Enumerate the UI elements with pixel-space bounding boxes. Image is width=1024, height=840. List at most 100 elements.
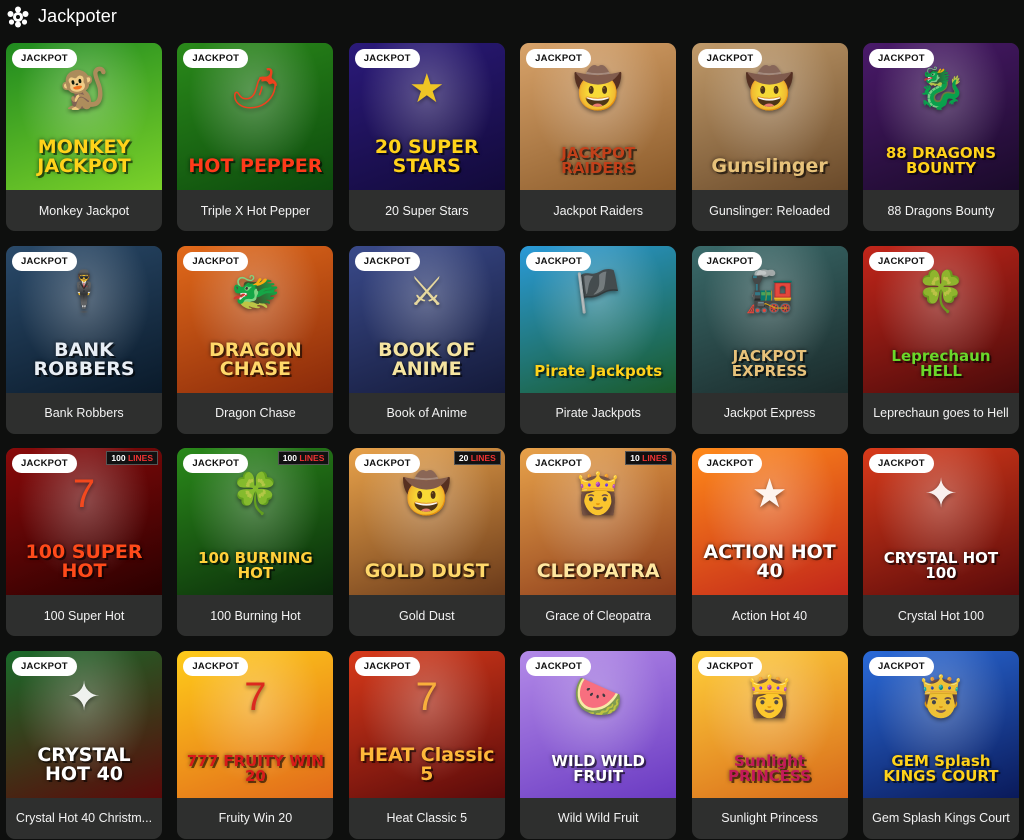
game-thumbnail[interactable]: 7 HEAT Classic 5 JACKPOT (348, 650, 505, 798)
game-thumbnail[interactable]: 🤴 GEM Splash KINGS COURT JACKPOT (862, 650, 1019, 798)
game-title[interactable]: Monkey Jackpot (6, 190, 162, 231)
jackpot-badge: JACKPOT (697, 251, 763, 271)
game-thumbnail[interactable]: ⚔ BOOK OF ANIME JACKPOT (348, 245, 505, 393)
game-card[interactable]: 7 777 FRUITY WIN 20 JACKPOT Fruity Win 20 (177, 650, 334, 839)
game-art-icon: 🐲 (230, 269, 281, 314)
lines-count: 100 (282, 453, 297, 463)
game-title[interactable]: Heat Classic 5 (349, 798, 505, 839)
game-card[interactable]: 🐒 MONKEY JACKPOT JACKPOT Monkey Jackpot (6, 43, 162, 231)
game-thumbnail[interactable]: 🐉 88 DRAGONS BOUNTY JACKPOT (862, 43, 1019, 190)
game-thumbnail[interactable]: 👸 CLEOPATRA JACKPOT 10 LINES (520, 448, 677, 595)
game-logo-text: HOT PEPPER (188, 155, 323, 177)
jackpot-badge: JACKPOT (354, 251, 420, 271)
game-card[interactable]: 🕴 BANK ROBBERS JACKPOT Bank Robbers (6, 245, 162, 434)
game-card[interactable]: 7 100 SUPER HOT JACKPOT 100 LINES 100 Super … (6, 448, 162, 636)
game-title[interactable]: Jackpot Raiders (520, 190, 676, 231)
game-thumbnail[interactable]: 🕴 BANK ROBBERS JACKPOT (6, 245, 162, 393)
game-title[interactable]: Gunslinger: Reloaded (692, 190, 848, 231)
game-card[interactable]: 🍉 WILD WILD FRUIT JACKPOT Wild Wild Fruit (520, 650, 677, 839)
game-card[interactable]: 🍀 100 BURNING HOT JACKPOT 100 LINES 100 Burn… (177, 448, 334, 636)
game-card[interactable]: 🤴 GEM Splash KINGS COURT JACKPOT Gem Splash… (862, 650, 1019, 839)
game-card[interactable]: 🐉 88 DRAGONS BOUNTY JACKPOT 88 Dragons Boun… (862, 43, 1019, 231)
game-art-icon: 👸 (744, 674, 795, 719)
jackpot-badge: JACKPOT (183, 656, 249, 676)
jackpot-badge: JACKPOT (183, 251, 249, 271)
jackpot-badge: JACKPOT (354, 656, 420, 676)
game-card[interactable]: ✦ CRYSTAL HOT 40 JACKPOT Crystal Hot 40 Chr… (6, 650, 162, 839)
game-title[interactable]: Bank Robbers (6, 393, 162, 434)
game-title[interactable]: Action Hot 40 (692, 595, 848, 636)
game-title[interactable]: Crystal Hot 40 Christm... (6, 798, 162, 839)
game-thumbnail[interactable]: 7 777 FRUITY WIN 20 JACKPOT (177, 650, 334, 798)
game-thumbnail[interactable]: 🐲 DRAGON CHASE JACKPOT (177, 245, 334, 393)
game-card[interactable]: ⚔ BOOK OF ANIME JACKPOT Book of Anime (348, 245, 505, 434)
game-title[interactable]: 100 Burning Hot (177, 595, 333, 636)
game-card[interactable]: 🍀 Leprechaun HELL JACKPOT Leprechaun goes t… (862, 245, 1019, 434)
lines-count: 20 (458, 453, 469, 463)
game-title[interactable]: Crystal Hot 100 (863, 595, 1019, 636)
game-art-icon: 🕴 (59, 269, 109, 314)
jackpot-badge: JACKPOT (12, 251, 77, 271)
game-title[interactable]: Sunlight Princess (692, 798, 848, 839)
game-logo-text: CRYSTAL HOT 40 (37, 743, 131, 785)
game-title[interactable]: Gold Dust (349, 595, 505, 636)
game-thumbnail[interactable]: 👸 Sunlight PRINCESS JACKPOT (691, 650, 848, 798)
game-thumbnail[interactable]: 🍀 Leprechaun HELL JACKPOT (862, 245, 1019, 393)
game-card[interactable]: ✦ CRYSTAL HOT 100 JACKPOT Crystal Hot 100 (862, 448, 1019, 636)
game-card[interactable]: 👸 Sunlight PRINCESS JACKPOT Sunlight Prince… (691, 650, 848, 839)
game-logo-text: CLEOPATRA (536, 560, 660, 582)
game-title[interactable]: 100 Super Hot (6, 595, 162, 636)
game-thumbnail[interactable]: 🤠 JACKPOT RAIDERS JACKPOT (520, 43, 677, 190)
game-art-icon: 🌶 (230, 67, 281, 111)
game-title[interactable]: Triple X Hot Pepper (177, 190, 333, 231)
jackpot-badge: JACKPOT (526, 454, 591, 473)
game-thumbnail[interactable]: ★ 20 SUPER STARS JACKPOT (348, 43, 505, 190)
game-thumbnail[interactable]: 🤠 Gunslinger JACKPOT (691, 43, 848, 190)
game-card[interactable]: 🌶 HOT PEPPER JACKPOT Triple X Hot Pepper (177, 43, 334, 231)
game-card[interactable]: 🤠 JACKPOT RAIDERS JACKPOT Jackpot Raiders (520, 43, 677, 231)
game-art-icon: ★ (751, 472, 788, 516)
game-art-icon: 🤠 (573, 67, 624, 111)
game-title[interactable]: 88 Dragons Bounty (863, 190, 1019, 231)
game-thumbnail[interactable]: 🚂 JACKPOT EXPRESS JACKPOT (691, 245, 848, 393)
game-title[interactable]: Book of Anime (349, 393, 505, 434)
game-card[interactable]: 🤠 GOLD DUST JACKPOT 20 LINES Gold Dust (348, 448, 505, 636)
game-thumbnail[interactable]: 🤠 GOLD DUST JACKPOT 20 LINES (348, 448, 505, 595)
game-logo-text: 100 BURNING HOT (198, 549, 313, 582)
game-card[interactable]: 7 HEAT Classic 5 JACKPOT Heat Classic 5 (348, 650, 505, 839)
game-thumbnail[interactable]: 🌶 HOT PEPPER JACKPOT (177, 43, 334, 190)
game-thumbnail[interactable]: 🏴 Pirate Jackpots JACKPOT (520, 245, 677, 393)
game-thumbnail[interactable]: 7 100 SUPER HOT JACKPOT 100 LINES (6, 448, 162, 595)
game-title[interactable]: Leprechaun goes to Hell (863, 393, 1019, 434)
game-card[interactable]: 👸 CLEOPATRA JACKPOT 10 LINES Grace of Cleopa… (520, 448, 677, 636)
games-grid: 🐒 MONKEY JACKPOT JACKPOT Monkey Jackpot 🌶 HOT… (6, 43, 1019, 839)
game-title[interactable]: Grace of Cleopatra (520, 595, 676, 636)
game-thumbnail[interactable]: 🍀 100 BURNING HOT JACKPOT 100 LINES (177, 448, 334, 595)
game-art-icon: ✦ (67, 674, 101, 719)
game-logo-text: Sunlight PRINCESS (728, 751, 811, 785)
game-thumbnail[interactable]: ✦ CRYSTAL HOT 100 JACKPOT (862, 448, 1019, 595)
game-thumbnail[interactable]: 🍉 WILD WILD FRUIT JACKPOT (520, 650, 677, 798)
game-card[interactable]: 🚂 JACKPOT EXPRESS JACKPOT Jackpot Express (691, 245, 848, 434)
game-title[interactable]: Gem Splash Kings Court (863, 798, 1019, 839)
game-thumbnail[interactable]: ✦ CRYSTAL HOT 40 JACKPOT (6, 650, 162, 798)
game-title[interactable]: Pirate Jackpots (520, 393, 676, 434)
game-title[interactable]: Dragon Chase (177, 393, 333, 434)
page-title: Jackpoter (38, 6, 117, 26)
game-title[interactable]: Fruity Win 20 (177, 798, 333, 839)
game-card[interactable]: 🤠 Gunslinger JACKPOT Gunslinger: Reloaded (691, 43, 848, 231)
game-title[interactable]: Wild Wild Fruit (520, 798, 676, 839)
game-card[interactable]: ★ ACTION HOT 40 JACKPOT Action Hot 40 (691, 448, 848, 636)
game-art-icon: 7 (72, 472, 96, 516)
game-card[interactable]: 🏴 Pirate Jackpots JACKPOT Pirate Jackpots (520, 245, 677, 434)
game-card[interactable]: 🐲 DRAGON CHASE JACKPOT Dragon Chase (177, 245, 334, 434)
game-thumbnail[interactable]: ★ ACTION HOT 40 JACKPOT (691, 448, 848, 595)
game-card[interactable]: ★ 20 SUPER STARS JACKPOT 20 Super Stars (348, 43, 505, 231)
game-logo-text: HEAT Classic 5 (359, 743, 495, 785)
game-logo-text: GEM Splash KINGS COURT (883, 751, 999, 785)
game-title[interactable]: 20 Super Stars (349, 190, 505, 231)
page-header: Jackpoter (0, 0, 1024, 34)
game-title[interactable]: Jackpot Express (692, 393, 848, 434)
game-art-icon: ✦ (924, 472, 958, 516)
game-thumbnail[interactable]: 🐒 MONKEY JACKPOT JACKPOT (6, 43, 162, 190)
